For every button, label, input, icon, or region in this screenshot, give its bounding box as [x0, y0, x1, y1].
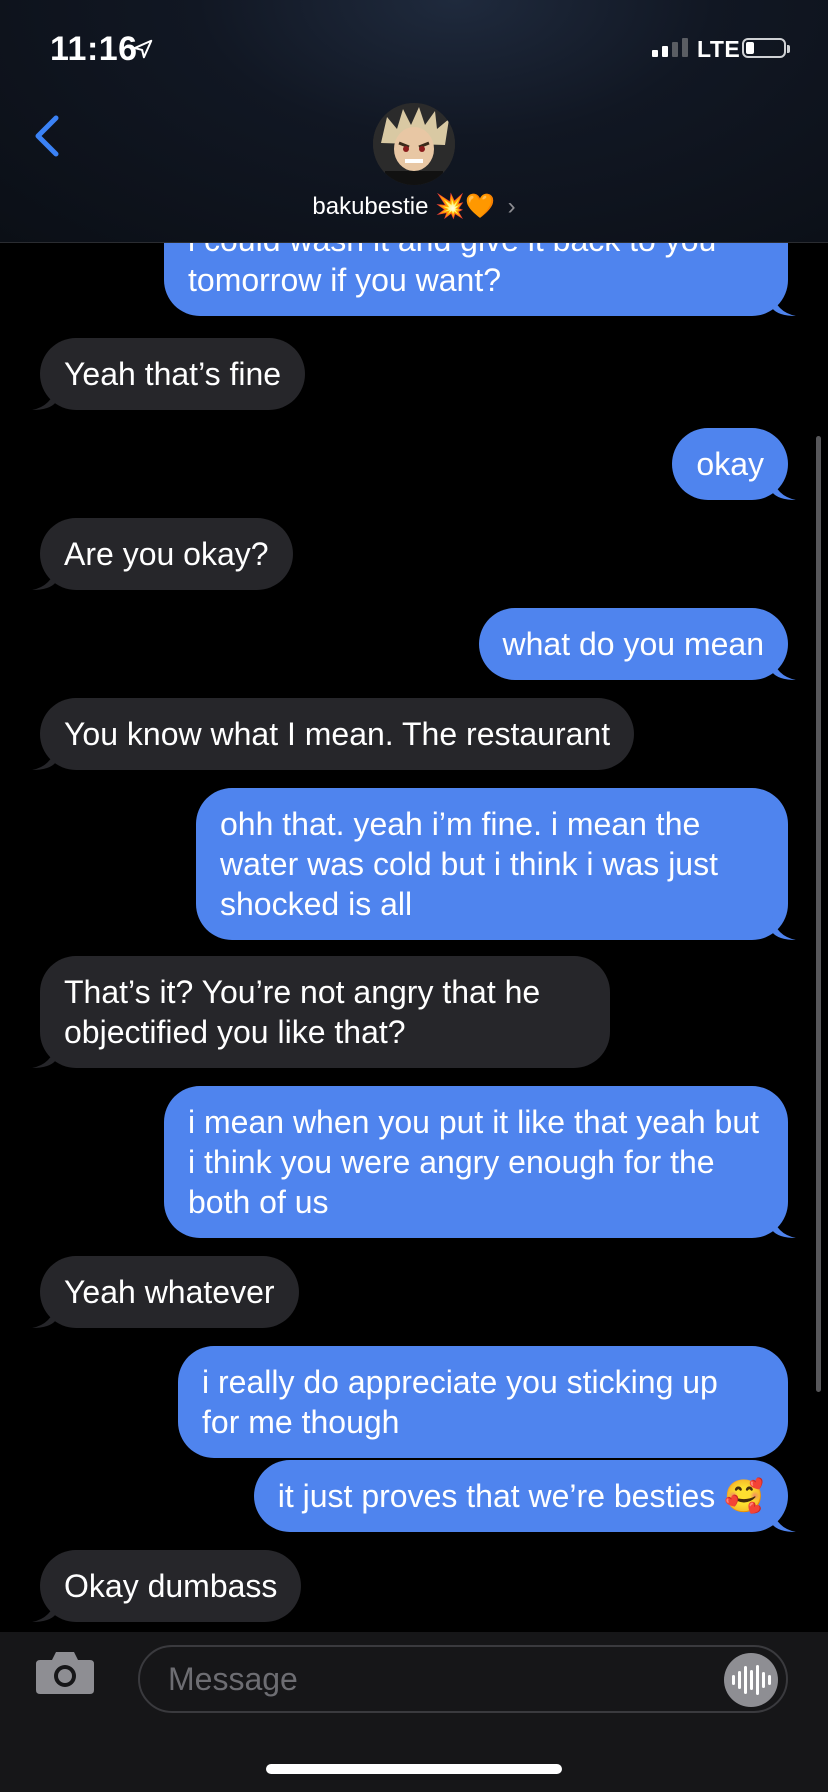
contact-name: bakubestie: [312, 193, 429, 220]
scrollbar[interactable]: [816, 436, 821, 1392]
message-text: Are you okay?: [64, 536, 269, 572]
message-text: ohh that. yeah i’m fine. i mean the wate…: [220, 806, 718, 922]
message-bubble-outgoing[interactable]: i really do appreciate you sticking up f…: [178, 1346, 788, 1458]
message-bubble-incoming[interactable]: Are you okay?: [32, 518, 293, 590]
waveform-icon[interactable]: [724, 1653, 778, 1707]
message-text: That’s it? You’re not angry that he obje…: [64, 974, 541, 1050]
message-bubble-incoming[interactable]: Yeah whatever: [32, 1256, 299, 1328]
message-bubble-incoming[interactable]: Okay dumbass: [32, 1550, 302, 1622]
message-bubble-outgoing[interactable]: i mean when you put it like that yeah bu…: [164, 1086, 796, 1238]
message-text: what do you mean: [502, 626, 765, 662]
network-type: LTE: [697, 36, 741, 62]
message-text: Okay dumbass: [64, 1568, 278, 1604]
message-input-placeholder: Message: [168, 1661, 298, 1697]
message-input[interactable]: Message: [138, 1645, 788, 1713]
contact-avatar[interactable]: [373, 103, 455, 185]
battery-icon: [742, 38, 790, 58]
message-bubble-incoming[interactable]: Yeah that’s fine: [32, 338, 306, 410]
chevron-right-icon: ›: [507, 193, 516, 220]
message-text: okay: [696, 446, 764, 482]
message-text: Yeah whatever: [64, 1274, 275, 1310]
message-text: Yeah that’s fine: [64, 356, 282, 392]
message-bubble-incoming[interactable]: You know what I mean. The restaurant: [32, 698, 635, 770]
message-bubble-incoming[interactable]: That’s it? You’re not angry that he obje…: [32, 956, 610, 1068]
message-thread: i could wash it and give it back to you …: [0, 180, 828, 1630]
message-text: it just proves that we’re besties 🥰: [277, 1478, 764, 1514]
message-bubble-outgoing[interactable]: it just proves that we’re besties 🥰: [253, 1460, 796, 1532]
message-text: i mean when you put it like that yeah bu…: [188, 1104, 760, 1220]
home-indicator[interactable]: [266, 1764, 562, 1774]
contact-emoji: 💥🧡: [435, 193, 495, 220]
camera-icon[interactable]: [34, 1648, 96, 1696]
message-text: i really do appreciate you sticking up f…: [202, 1364, 718, 1440]
message-bubble-outgoing[interactable]: ohh that. yeah i’m fine. i mean the wate…: [196, 788, 796, 940]
location-arrow-icon: [133, 39, 153, 59]
message-text: You know what I mean. The restaurant: [64, 716, 611, 752]
signal-strength-icon: [652, 38, 688, 57]
message-bubble-outgoing[interactable]: okay: [672, 428, 796, 500]
contact-name-row[interactable]: bakubestie 💥🧡 ›: [0, 192, 828, 221]
message-bubble-outgoing[interactable]: what do you mean: [478, 608, 796, 680]
conversation-header: 11:16 LTE bakubestie 💥🧡 ›: [0, 0, 828, 243]
chevron-left-icon[interactable]: [28, 110, 68, 162]
status-time: 11:16: [50, 30, 138, 68]
